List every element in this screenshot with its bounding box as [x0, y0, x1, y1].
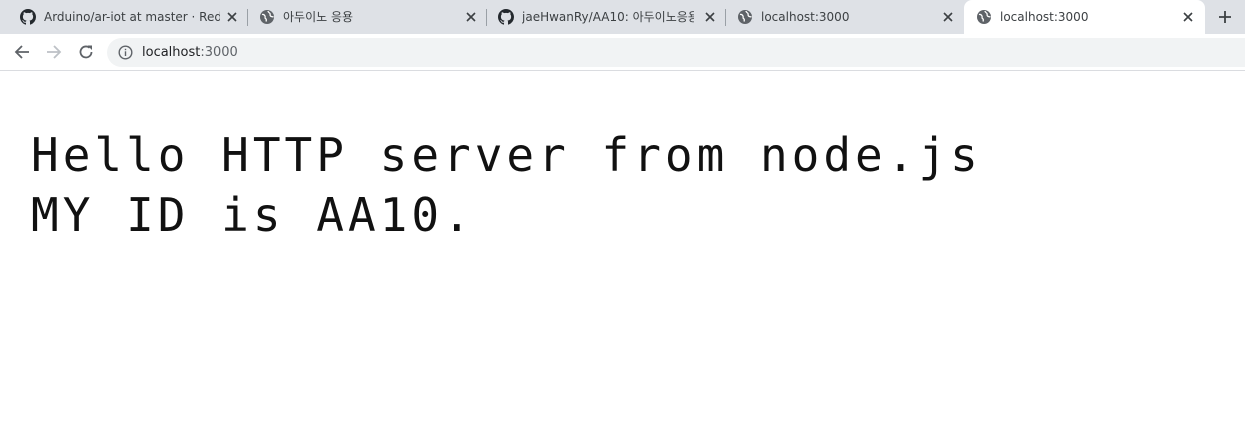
url-host: localhost — [142, 45, 201, 60]
new-tab-button[interactable] — [1212, 5, 1238, 29]
reload-icon — [79, 45, 93, 59]
tab-title: Arduino/ar-iot at master · Redwo — [44, 10, 220, 24]
tab-title: localhost:3000 — [761, 10, 850, 24]
globe-icon — [977, 10, 991, 24]
globe-icon — [260, 10, 274, 24]
github-icon — [498, 9, 514, 25]
tab-title: localhost:3000 — [1000, 10, 1089, 24]
close-tab-icon[interactable] — [703, 10, 717, 24]
tab-4[interactable]: localhost:3000 — [725, 0, 965, 34]
reload-button[interactable] — [74, 40, 98, 64]
id-text: MY ID is AA10. — [31, 188, 475, 242]
tab-3[interactable]: jaeHwanRy/AA10: 아두이노응용 — [486, 0, 726, 34]
close-tab-icon[interactable] — [1181, 10, 1195, 24]
greeting-text: Hello HTTP server from node.js — [31, 128, 982, 182]
url-text[interactable]: localhost:3000 — [142, 45, 238, 60]
tab-title: 아두이노 응용 — [283, 10, 354, 24]
url-port: :3000 — [200, 45, 238, 60]
close-tab-icon[interactable] — [464, 10, 478, 24]
tab-5-active[interactable]: localhost:3000 — [964, 0, 1205, 34]
tab-1[interactable]: Arduino/ar-iot at master · Redwo — [8, 0, 248, 34]
address-bar[interactable]: localhost:3000 — [107, 38, 1245, 67]
arrow-left-icon — [14, 45, 29, 59]
browser-toolbar: localhost:3000 — [0, 34, 1245, 71]
globe-icon — [738, 10, 752, 24]
tab-title: jaeHwanRy/AA10: 아두이노응용 — [522, 10, 694, 24]
back-button[interactable] — [10, 40, 34, 64]
plus-icon — [1219, 11, 1231, 23]
close-tab-icon[interactable] — [225, 10, 239, 24]
forward-button[interactable] — [42, 40, 66, 64]
page-content: Hello HTTP server from node.js MY ID is … — [0, 72, 1245, 441]
tab-strip: Arduino/ar-iot at master · Redwo 아두이노 응용… — [0, 0, 1245, 34]
close-tab-icon[interactable] — [941, 10, 955, 24]
site-info-icon[interactable] — [118, 45, 133, 60]
arrow-right-icon — [47, 45, 62, 59]
github-icon — [20, 9, 36, 25]
tab-2[interactable]: 아두이노 응용 — [247, 0, 487, 34]
